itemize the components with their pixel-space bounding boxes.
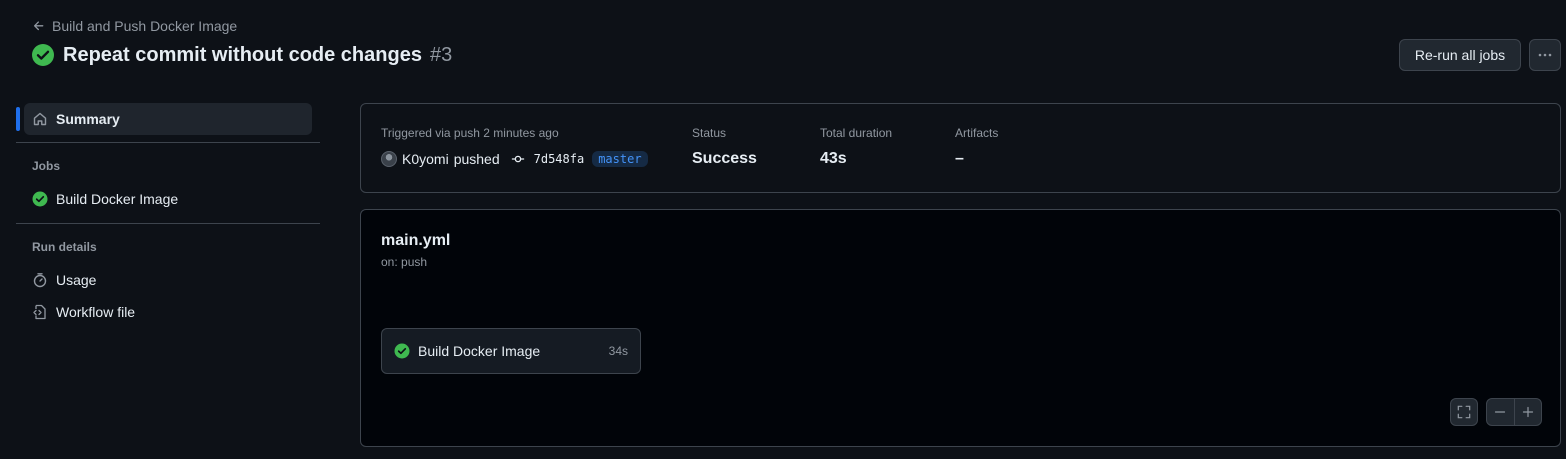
branch-badge[interactable]: master (592, 151, 648, 167)
job-duration: 34s (608, 344, 628, 358)
run-title: Repeat commit without code changes #3 (31, 40, 452, 70)
check-circle-fill-icon (32, 191, 48, 207)
zoom-in-button[interactable] (1513, 399, 1541, 425)
workflow-file-name: main.yml (381, 232, 451, 249)
run-summary-panel: Triggered via push 2 minutes ago K0yomi … (360, 103, 1561, 193)
git-commit-icon (511, 152, 525, 166)
job-name: Build Docker Image (418, 343, 541, 359)
avatar[interactable] (381, 151, 397, 167)
check-circle-fill-icon (394, 343, 410, 359)
check-circle-fill-icon (31, 43, 55, 67)
artifacts-field: Artifacts – (955, 126, 998, 168)
artifacts-label: Artifacts (955, 126, 999, 140)
workflow-graph-panel: main.yml on: push Build Docker Image 34s (360, 209, 1561, 447)
jobs-heading: Jobs (32, 159, 61, 173)
sidebar-item-summary[interactable]: Summary (24, 103, 312, 135)
fullscreen-button[interactable] (1450, 398, 1478, 426)
job-card-build-docker-image[interactable]: Build Docker Image 34s (381, 328, 641, 374)
run-number: #3 (429, 43, 453, 66)
status-value: Success (692, 150, 757, 167)
duration-field: Total duration 43s (820, 126, 892, 168)
active-indicator (16, 107, 20, 131)
status-label: Status (692, 126, 727, 140)
artifacts-value: – (955, 150, 964, 167)
page-title: Repeat commit without code changes (63, 43, 422, 66)
arrow-left-icon (32, 19, 46, 33)
stopwatch-icon (32, 272, 48, 288)
sidebar-item-label: Summary (56, 111, 120, 127)
sidebar-item-label: Build Docker Image (56, 191, 179, 207)
back-to-workflow-link[interactable]: Build and Push Docker Image (32, 16, 237, 36)
push-action: pushed (453, 151, 500, 167)
run-details-heading: Run details (32, 240, 97, 254)
actor-name[interactable]: K0yomi (402, 151, 449, 167)
kebab-horizontal-icon (1537, 47, 1553, 63)
sidebar-item-workflow-file[interactable]: Workflow file (24, 296, 312, 328)
sidebar-item-label: Workflow file (56, 304, 136, 320)
plus-icon (1522, 406, 1534, 418)
back-link-label: Build and Push Docker Image (52, 18, 238, 34)
file-code-icon (32, 304, 48, 320)
sidebar-item-usage[interactable]: Usage (24, 264, 312, 296)
sidebar-item-label: Usage (56, 272, 97, 288)
home-icon (32, 111, 48, 127)
rerun-all-jobs-button[interactable]: Re-run all jobs (1399, 39, 1521, 71)
workflow-trigger: on: push (381, 255, 428, 269)
sidebar-item-build-docker-image[interactable]: Build Docker Image (24, 183, 312, 215)
trigger-label: Triggered via push 2 minutes ago (381, 126, 559, 140)
trigger-info: Triggered via push 2 minutes ago K0yomi … (381, 126, 648, 167)
commit-sha-link[interactable]: 7d548fa (534, 152, 585, 166)
dash-icon (1495, 411, 1506, 413)
duration-label: Total duration (820, 126, 893, 140)
zoom-out-button[interactable] (1487, 399, 1514, 425)
sidebar-divider (16, 142, 320, 143)
screen-full-icon (1457, 405, 1471, 419)
sidebar-divider (16, 223, 320, 224)
status-field: Status Success (692, 126, 757, 168)
more-options-button[interactable] (1529, 39, 1561, 71)
zoom-controls (1486, 398, 1542, 426)
duration-value: 43s (820, 150, 847, 167)
